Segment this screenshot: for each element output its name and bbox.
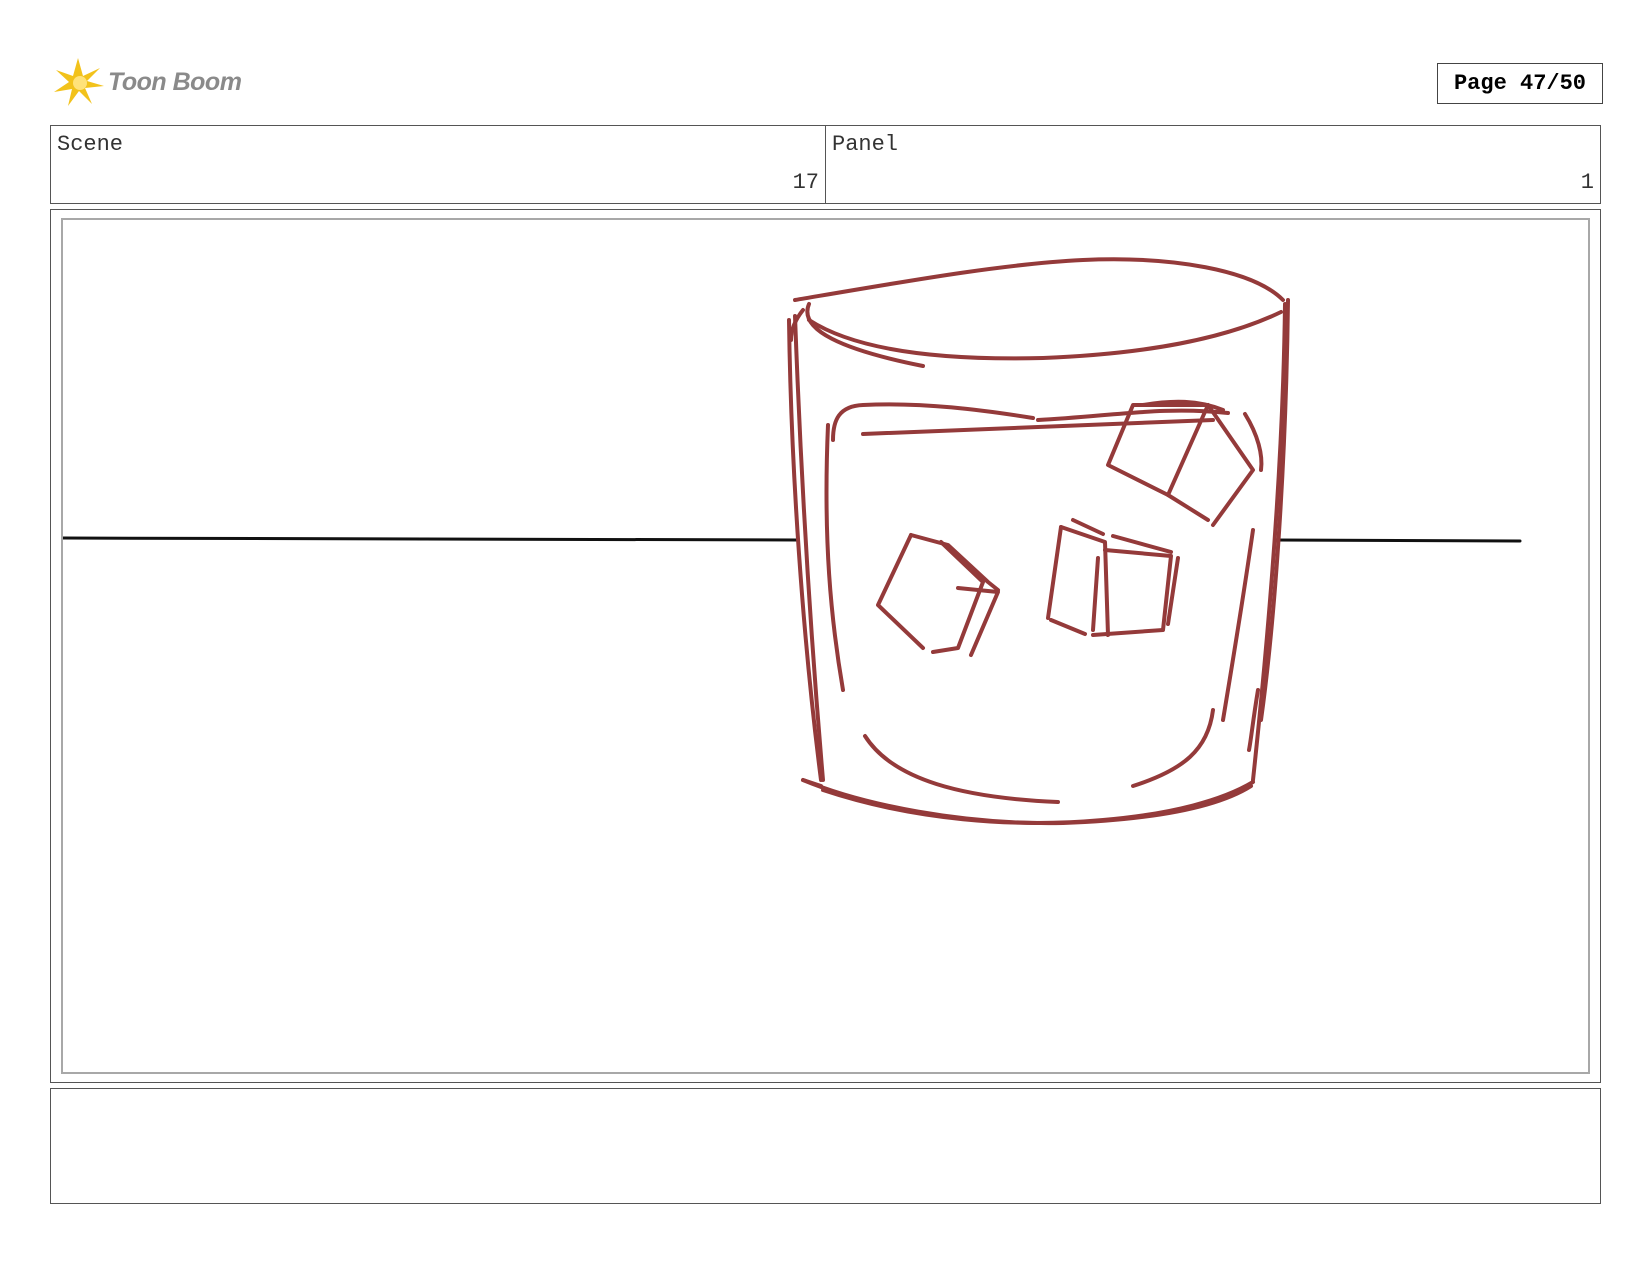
scene-panel-info: Scene 17 Panel 1 <box>50 125 1601 204</box>
starburst-icon <box>54 58 104 106</box>
page-indicator: Page 47/50 <box>1437 63 1603 104</box>
panel-cell: Panel 1 <box>825 126 1600 203</box>
scene-cell: Scene 17 <box>51 126 825 203</box>
panel-number: 1 <box>1580 170 1594 195</box>
storyboard-panel <box>50 209 1601 1083</box>
logo-text: Toon Boom <box>108 67 242 96</box>
scene-label: Scene <box>57 132 124 157</box>
panel-drawing-area <box>61 218 1590 1074</box>
panel-label: Panel <box>832 132 899 157</box>
scene-number: 17 <box>792 170 819 195</box>
panel-notes <box>50 1088 1601 1204</box>
glass-with-ice-icon <box>63 257 1522 826</box>
toon-boom-logo: Toon Boom <box>52 56 242 108</box>
horizon-line <box>63 536 1522 543</box>
